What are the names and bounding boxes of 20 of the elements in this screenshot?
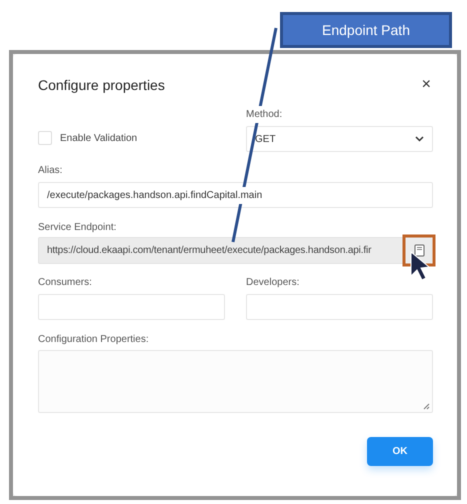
callout-label: Endpoint Path [280,12,452,48]
method-dropdown[interactable]: GET [246,126,433,152]
consumers-field[interactable] [38,294,225,320]
field-label: Alias: [38,164,64,177]
highlight-frame [402,234,436,266]
resize-handle-icon[interactable] [423,403,430,410]
alias-field[interactable]: /execute/packages.handson.api.findCapital.main [38,182,433,208]
dialog-title: Configure properties [38,77,165,93]
checkbox-label: Enable Validation [60,132,138,144]
field-label: Consumers: [38,276,93,289]
copy-icon[interactable] [414,244,425,257]
chevron-down-icon [415,136,424,142]
field-label: Developers: [246,276,300,289]
checkbox[interactable] [38,131,52,145]
field-label: Service Endpoint: [38,221,118,234]
field-label: Configuration Properties: [38,333,150,346]
cursor-icon [410,250,430,281]
close-button[interactable]: × [420,77,433,93]
developers-field[interactable] [246,294,433,320]
field-label: Method: [246,108,284,121]
